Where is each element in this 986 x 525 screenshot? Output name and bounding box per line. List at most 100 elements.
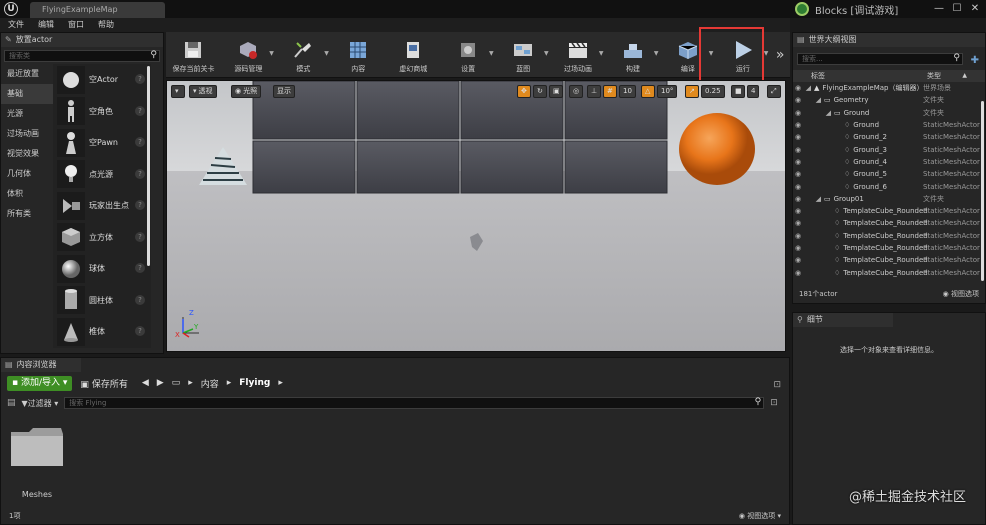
save-level-button[interactable]: 保存当前关卡 — [166, 32, 221, 78]
surface-snap-icon[interactable]: ⊥ — [587, 85, 601, 98]
outliner-row[interactable]: ◉ ♢ TemplateCube_Rounded StaticMeshActor — [793, 254, 985, 266]
outliner-row[interactable]: ◉ ♢ TemplateCube_Rounded StaticMeshActor — [793, 230, 985, 242]
outliner-row[interactable]: ◉ ◢ ▭ Ground 文件夹 — [793, 107, 985, 119]
content-view-options[interactable]: ◉ 视图选项 ▾ — [739, 511, 781, 521]
level-viewport[interactable]: Z Y X ▾ ▾ 透视 ◉ 光照 显示 ✥ ↻ ▣ ◎ ⊥ # 10 △ 10° … — [166, 80, 786, 352]
dropdown-arrow-icon[interactable]: ▼ — [599, 50, 604, 57]
category-cinematic[interactable]: 过场动画 — [1, 124, 53, 144]
visibility-eye-icon[interactable]: ◉ — [793, 256, 803, 264]
close-button[interactable]: ✕ — [968, 2, 982, 16]
camera-speed-icon[interactable]: ■ — [731, 85, 745, 98]
actor-item-sphere[interactable]: 球体? — [53, 253, 151, 285]
marketplace-button[interactable]: 虚幻商城 — [386, 32, 441, 78]
scale-tool-icon[interactable]: ▣ — [549, 85, 563, 98]
camera-speed-value[interactable]: 4 — [747, 85, 760, 98]
sources-toggle-icon[interactable]: ▤ — [7, 398, 16, 408]
actor-item-cone[interactable]: 椎体? — [53, 316, 151, 348]
dropdown-arrow-icon[interactable]: ▼ — [764, 50, 769, 57]
rotate-tool-icon[interactable]: ↻ — [533, 85, 547, 98]
cinematics-button[interactable]: 过场动画 ▼ — [551, 32, 606, 78]
build-button[interactable]: 构建 ▼ — [606, 32, 661, 78]
visibility-eye-icon[interactable]: ◉ — [793, 269, 803, 277]
lock-icon[interactable]: ⊡ — [773, 380, 781, 390]
dropdown-arrow-icon[interactable]: ▼ — [489, 50, 494, 57]
place-actors-tab[interactable]: ✎ 放置actor — [1, 33, 163, 47]
visibility-eye-icon[interactable]: ◉ — [793, 158, 803, 166]
back-icon[interactable]: ◀ — [142, 378, 149, 388]
content-browser-tab[interactable]: ▤ 内容浏览器 — [1, 358, 81, 372]
visibility-eye-icon[interactable]: ◉ — [793, 133, 803, 141]
visibility-eye-icon[interactable]: ◉ — [793, 219, 803, 227]
menu-edit[interactable]: 编辑 — [38, 18, 54, 32]
folder-meshes[interactable]: Meshes — [9, 426, 65, 499]
outliner-scrollbar[interactable] — [981, 101, 984, 281]
info-icon[interactable]: ? — [135, 137, 145, 147]
lit-button[interactable]: ◉ 光照 — [231, 85, 262, 98]
add-folder-icon[interactable]: ✚ — [971, 55, 979, 66]
info-icon[interactable]: ? — [135, 263, 145, 273]
outliner-row[interactable]: ◉ ◢ ▭ Group01 文件夹 — [793, 193, 985, 205]
modes-button[interactable]: 模式 ▼ — [276, 32, 331, 78]
category-volumes[interactable]: 体积 — [1, 184, 53, 204]
outliner-search-input[interactable]: 搜索... ⚲ — [797, 53, 963, 65]
grid-snap-icon[interactable]: # — [603, 85, 617, 98]
translate-tool-icon[interactable]: ✥ — [517, 85, 531, 98]
expand-arrow-icon[interactable]: ◢ — [803, 84, 811, 92]
category-geometry[interactable]: 几何体 — [1, 164, 53, 184]
dropdown-arrow-icon[interactable]: ▼ — [654, 50, 659, 57]
filters-button[interactable]: ▼过滤器 ▾ — [22, 398, 59, 409]
visibility-eye-icon[interactable]: ◉ — [793, 109, 803, 117]
outliner-view-options[interactable]: ◉ 视图选项 — [943, 289, 979, 299]
visibility-eye-icon[interactable]: ◉ — [793, 170, 803, 178]
toolbar-more-button[interactable]: » — [770, 32, 790, 77]
perspective-button[interactable]: ▾ 透视 — [189, 85, 217, 98]
info-icon[interactable]: ? — [135, 168, 145, 179]
dropdown-arrow-icon[interactable]: ▼ — [544, 50, 549, 57]
maximize-button[interactable]: ☐ — [950, 2, 964, 16]
actor-list-scrollbar[interactable] — [147, 66, 150, 266]
outliner-row[interactable]: ◉ ♢ Ground StaticMeshActor — [793, 119, 985, 131]
info-icon[interactable]: ? — [135, 326, 145, 336]
expand-arrow-icon[interactable]: ◢ — [803, 195, 821, 203]
outliner-row[interactable]: ◉ ♢ Ground_6 StaticMeshActor — [793, 180, 985, 192]
actor-item-empty-character[interactable]: 空角色? — [53, 96, 151, 128]
visibility-eye-icon[interactable]: ◉ — [793, 232, 803, 240]
outliner-row[interactable]: ◉ ♢ Ground_3 StaticMeshActor — [793, 143, 985, 155]
dropdown-arrow-icon[interactable]: ▼ — [269, 50, 274, 57]
column-type-header[interactable]: 类型 — [927, 70, 941, 82]
info-icon[interactable]: ? — [135, 294, 145, 305]
info-icon[interactable]: ? — [135, 231, 145, 242]
category-lights[interactable]: 光源 — [1, 104, 53, 124]
expand-arrow-icon[interactable]: ◢ — [803, 109, 831, 117]
world-space-icon[interactable]: ◎ — [569, 85, 583, 98]
show-button[interactable]: 显示 — [273, 85, 295, 98]
category-visual-effects[interactable]: 视觉效果 — [1, 144, 53, 164]
outliner-row[interactable]: ◉ ♢ Ground_4 StaticMeshActor — [793, 156, 985, 168]
outliner-row[interactable]: ◉ ♢ TemplateCube_Rounded StaticMeshActor — [793, 266, 985, 278]
actor-item-cube[interactable]: 立方体? — [53, 222, 151, 254]
settings-button[interactable]: 设置 ▼ — [441, 32, 496, 78]
actor-item-empty-actor[interactable]: 空Actor? — [53, 64, 151, 96]
actor-item-point-light[interactable]: 点光源? — [53, 159, 151, 191]
category-basic[interactable]: 基础 — [1, 84, 53, 104]
actor-item-cylinder[interactable]: 圆柱体? — [53, 285, 151, 317]
menu-help[interactable]: 帮助 — [98, 18, 114, 32]
content-search-input[interactable]: 搜索 Flying ⚲ — [64, 397, 765, 409]
actor-search-input[interactable]: 搜索类 ⚲ — [4, 50, 160, 62]
add-import-button[interactable]: ▪ 添加/导入 ▾ — [7, 375, 73, 391]
actor-item-empty-pawn[interactable]: 空Pawn? — [53, 127, 151, 159]
scale-snap-icon[interactable]: ↗ — [685, 85, 699, 98]
info-icon[interactable]: ? — [135, 74, 145, 84]
document-tab[interactable]: FlyingExampleMap — [30, 2, 165, 18]
content-button[interactable]: 内容 — [331, 32, 386, 78]
save-all-button[interactable]: ▣ 保存所有 — [80, 377, 127, 390]
rotate-snap-value[interactable]: 10° — [657, 85, 678, 98]
outliner-row[interactable]: ◉ ◢ ▭ Geometry 文件夹 — [793, 94, 985, 106]
outliner-row[interactable]: ◉ ◢ ▲ FlyingExampleMap（编辑器） 世界场景 — [793, 82, 985, 94]
column-label-header[interactable]: 标签 — [811, 70, 825, 82]
outliner-row[interactable]: ◉ ♢ TemplateCube_Rounded StaticMeshActor — [793, 242, 985, 254]
scale-snap-value[interactable]: 0.25 — [701, 85, 725, 98]
menu-file[interactable]: 文件 — [8, 18, 24, 32]
category-all-classes[interactable]: 所有类 — [1, 204, 53, 224]
rotate-snap-icon[interactable]: △ — [641, 85, 655, 98]
